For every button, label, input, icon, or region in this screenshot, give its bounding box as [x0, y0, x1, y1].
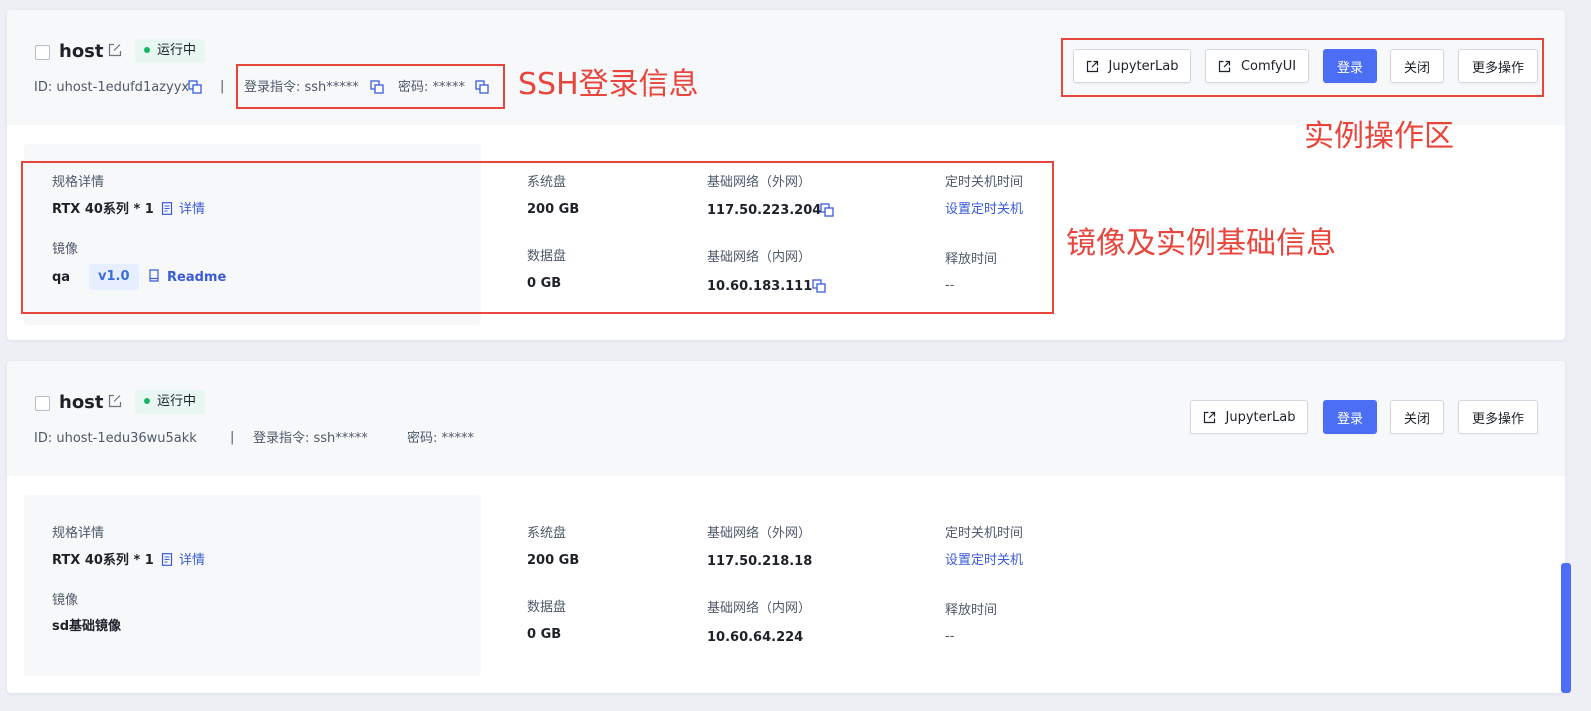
release-time-value: -- — [945, 629, 955, 644]
status-dot — [144, 397, 150, 404]
actions-highlight — [1061, 38, 1544, 97]
scrollbar-thumb[interactable] — [1561, 563, 1571, 693]
spec-label: 规格详情 — [52, 526, 105, 541]
image-label: 镜像 — [52, 593, 79, 608]
set-shutdown-link[interactable]: 设置定时关机 — [945, 553, 1023, 569]
instance-name: host — [59, 41, 104, 62]
instance-id: ID: uhost-1edufd1azyyx — [34, 80, 190, 95]
internal-network-label: 基础网络（内网） — [707, 601, 812, 616]
status-badge: 运行中 — [135, 39, 206, 63]
base-info-annotation: 镜像及实例基础信息 — [1066, 226, 1336, 261]
external-ip: 117.50.218.18 — [707, 554, 813, 569]
header-separator: | — [220, 79, 225, 94]
edit-icon[interactable] — [108, 394, 122, 408]
header-separator: | — [230, 430, 235, 445]
spec-detail-link[interactable]: 详情 — [179, 553, 205, 569]
system-disk-label: 系统盘 — [527, 526, 567, 541]
ssh-info-highlight — [236, 64, 505, 109]
data-disk-value: 0 GB — [527, 627, 562, 642]
internal-ip: 10.60.64.224 — [707, 630, 804, 645]
copy-id-icon[interactable] — [188, 80, 202, 94]
instance-checkbox[interactable] — [35, 45, 50, 60]
shutdown-label: 定时关机时间 — [945, 526, 1024, 541]
jupyterlab-label: JupyterLab — [1225, 409, 1296, 425]
instance-card: host 运行中 ID: uhost-1edu36wu5akk | 登录指令: … — [7, 361, 1565, 693]
external-link-icon — [1203, 411, 1215, 423]
status-text: 运行中 — [157, 394, 197, 409]
image-name: sd基础镜像 — [52, 619, 122, 634]
password: 密码: ***** — [407, 431, 475, 446]
actions-annotation: 实例操作区 — [1304, 119, 1454, 154]
data-disk-label: 数据盘 — [527, 600, 567, 615]
system-disk-value: 200 GB — [527, 553, 580, 568]
external-network-label: 基础网络（外网） — [707, 526, 812, 541]
instance-name: host — [59, 392, 104, 413]
login-command: 登录指令: ssh***** — [253, 431, 368, 446]
jupyterlab-button[interactable]: JupyterLab — [1190, 400, 1308, 434]
release-time-label: 释放时间 — [945, 603, 998, 618]
spec-value: RTX 40系列 * 1 — [52, 553, 154, 568]
instance-id: ID: uhost-1edu36wu5akk — [34, 431, 197, 446]
ssh-info-annotation: SSH登录信息 — [518, 67, 699, 102]
spec-panel — [24, 495, 481, 676]
status-dot — [144, 46, 150, 53]
login-button[interactable]: 登录 — [1323, 400, 1377, 434]
more-actions-button[interactable]: 更多操作 — [1458, 400, 1538, 434]
close-button[interactable]: 关闭 — [1390, 400, 1444, 434]
instance-checkbox[interactable] — [35, 396, 50, 411]
edit-icon[interactable] — [108, 43, 122, 57]
document-icon — [161, 553, 173, 566]
status-text: 运行中 — [157, 43, 197, 58]
base-info-highlight — [21, 161, 1054, 314]
status-badge: 运行中 — [135, 390, 206, 414]
